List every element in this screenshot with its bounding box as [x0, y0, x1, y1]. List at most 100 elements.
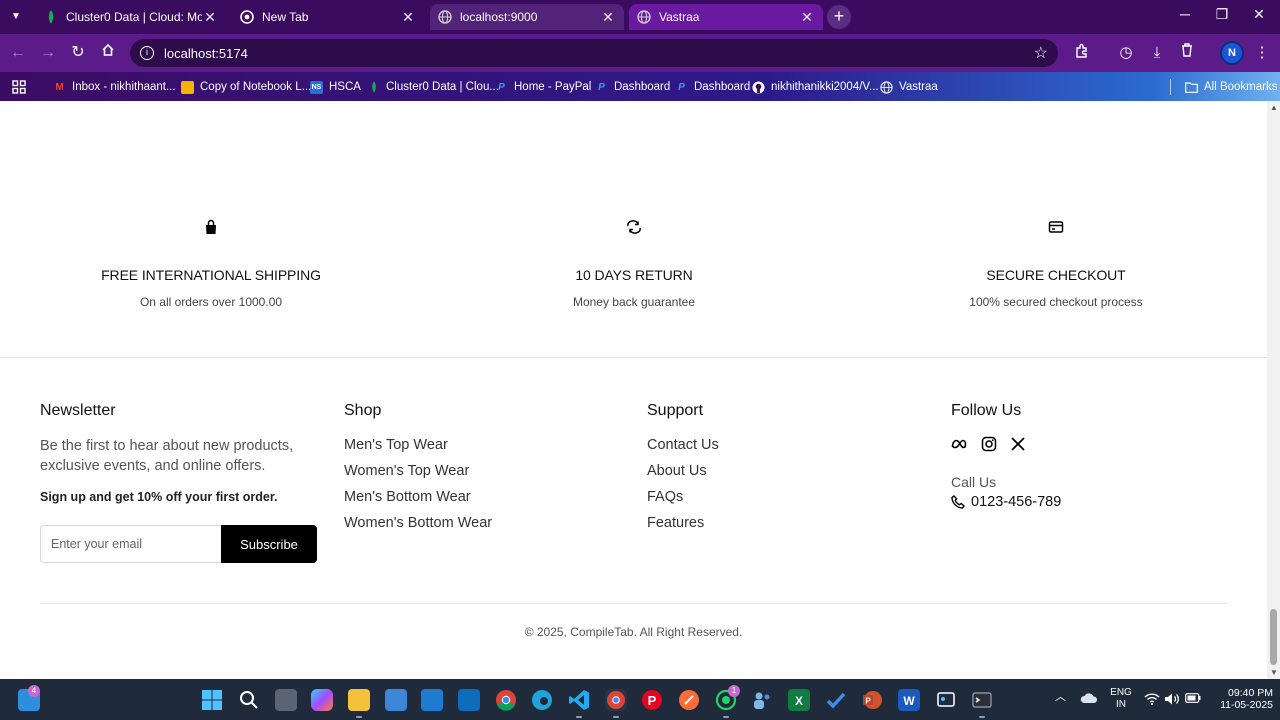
windows-start-icon[interactable] — [201, 689, 223, 711]
chrome-taskbar-icon[interactable] — [495, 689, 517, 711]
word-icon[interactable]: W — [898, 689, 920, 711]
excel-icon[interactable]: X — [788, 689, 810, 711]
bookmark-vastraa[interactable]: Vastraa — [880, 77, 938, 97]
todo-icon[interactable] — [825, 689, 847, 711]
file-explorer-icon[interactable] — [348, 689, 370, 718]
mysql-workbench-icon[interactable] — [421, 689, 443, 711]
outlook-icon[interactable] — [458, 689, 480, 711]
extensions-icon[interactable] — [1072, 43, 1092, 63]
email-input[interactable] — [40, 525, 222, 563]
all-bookmarks-button[interactable]: All Bookmarks — [1185, 77, 1278, 97]
return-arrows-icon — [627, 220, 641, 234]
onedrive-icon[interactable] — [1080, 692, 1098, 708]
close-tab-icon[interactable]: ✕ — [202, 9, 218, 26]
tab-new-tab[interactable]: New Tab ✕ — [232, 4, 424, 30]
volume-icon[interactable] — [1164, 692, 1180, 710]
support-link-about[interactable]: About Us — [647, 463, 719, 479]
support-link-contact[interactable]: Contact Us — [647, 437, 719, 453]
instagram-icon[interactable] — [981, 436, 997, 452]
tab-vastraa[interactable]: Vastraa ✕ — [629, 4, 823, 30]
chrome-profile-icon[interactable] — [605, 689, 627, 718]
bookmark-label: Vastraa — [899, 81, 938, 93]
globe-icon — [637, 10, 651, 24]
new-tab-button[interactable]: + — [827, 5, 851, 29]
apps-grid-icon[interactable] — [12, 77, 26, 97]
footer-shop: Shop Men's Top Wear Women's Top Wear Men… — [344, 402, 492, 531]
back-icon[interactable]: ← — [8, 43, 28, 63]
svg-text:X: X — [795, 694, 803, 708]
vscode-icon[interactable] — [568, 689, 590, 718]
powerpoint-icon[interactable]: P — [861, 689, 883, 711]
task-view-icon[interactable] — [275, 689, 297, 711]
bookmark-gmail[interactable]: M Inbox - nikhithaant... — [53, 77, 175, 97]
bookmark-github[interactable]: nikhithanikki2004/V... — [752, 77, 879, 97]
bookmark-dashboard-1[interactable]: P Dashboard — [595, 77, 670, 97]
edge-icon[interactable] — [531, 689, 553, 711]
search-icon[interactable] — [238, 689, 260, 711]
svg-text:P: P — [648, 693, 657, 708]
postman-icon[interactable] — [678, 689, 700, 711]
snipping-tool-icon[interactable] — [935, 689, 957, 711]
close-tab-icon[interactable]: ✕ — [400, 9, 416, 26]
tab-search-button[interactable]: ▼ — [6, 7, 26, 27]
more-menu-icon[interactable]: ⋮ — [1252, 43, 1272, 63]
shop-link-mens-bottom-wear[interactable]: Men's Bottom Wear — [344, 489, 492, 505]
meta-icon[interactable] — [951, 436, 967, 452]
scroll-down-arrow-icon[interactable]: ▼ — [1270, 668, 1278, 677]
forward-icon[interactable]: → — [38, 43, 58, 63]
history-icon[interactable]: ◷ — [1116, 43, 1136, 63]
close-window-icon[interactable]: ✕ — [1241, 6, 1277, 23]
tab-localhost-9000[interactable]: localhost:9000 ✕ — [430, 4, 624, 30]
newsletter-offer: Sign up and get 10% off your first order… — [40, 490, 278, 504]
scrollbar-thumb[interactable] — [1270, 609, 1277, 665]
paypal-icon: P — [598, 81, 605, 93]
restore-icon[interactable]: ❐ — [1204, 6, 1240, 23]
bookmark-hsca[interactable]: NS HSCA — [310, 77, 361, 97]
bookmark-notebook[interactable]: Copy of Notebook L... — [181, 77, 311, 97]
teams-icon[interactable] — [751, 689, 773, 711]
bookmark-star-icon[interactable]: ☆ — [1034, 43, 1048, 63]
footer-follow: Follow Us — [951, 402, 1021, 420]
terminal-icon[interactable] — [971, 689, 993, 718]
battery-icon[interactable] — [1185, 693, 1201, 707]
close-tab-icon[interactable]: ✕ — [600, 9, 616, 26]
page-scrollbar[interactable]: ▲ ▼ — [1267, 101, 1280, 679]
site-info-icon[interactable]: i — [140, 46, 154, 60]
slides-icon — [181, 80, 194, 94]
language-indicator[interactable]: ENG IN — [1108, 687, 1134, 711]
bookmark-paypal-home[interactable]: P Home - PayPal — [495, 77, 591, 97]
address-bar[interactable]: i localhost:5174 ☆ — [130, 39, 1058, 67]
clock[interactable]: 09:40 PM 11-05-2025 — [1207, 687, 1273, 711]
downloads-icon[interactable]: ⤓ — [1147, 43, 1167, 63]
call-us-label: Call Us — [951, 474, 997, 490]
support-link-faqs[interactable]: FAQs — [647, 489, 719, 505]
tab-mongodb[interactable]: Cluster0 Data | Cloud: MongoDB ✕ — [36, 4, 226, 30]
tab-title: New Tab — [262, 10, 309, 24]
feature-title: FREE INTERNATIONAL SHIPPING — [101, 267, 321, 283]
minimize-icon[interactable]: ─ — [1167, 6, 1203, 22]
close-tab-icon[interactable]: ✕ — [799, 9, 815, 26]
support-link-features[interactable]: Features — [647, 515, 719, 531]
bookmark-mongodb[interactable]: Cluster0 Data | Clou... — [367, 77, 499, 97]
profile-avatar[interactable]: N — [1220, 41, 1244, 65]
shop-link-womens-bottom-wear[interactable]: Women's Bottom Wear — [344, 515, 492, 531]
pinterest-icon[interactable]: P — [641, 689, 663, 711]
gmail-icon: M — [55, 81, 64, 93]
x-icon[interactable] — [1010, 436, 1026, 452]
microsoft-store-icon[interactable] — [385, 689, 407, 711]
scroll-up-arrow-icon[interactable]: ▲ — [1270, 103, 1278, 112]
footer-newsletter: Newsletter — [40, 402, 116, 420]
mongodb-leaf-icon — [367, 81, 380, 94]
wifi-icon[interactable] — [1144, 693, 1160, 709]
bookmark-dashboard-2[interactable]: P Dashboard — [675, 77, 750, 97]
trash-icon[interactable] — [1177, 43, 1197, 63]
shop-link-womens-top-wear[interactable]: Women's Top Wear — [344, 463, 492, 479]
show-hidden-icons[interactable]: ︿ — [1055, 691, 1066, 703]
copilot-icon[interactable] — [311, 689, 333, 711]
ns-icon: NS — [310, 80, 323, 94]
subscribe-button[interactable]: Subscribe — [221, 525, 317, 563]
home-icon[interactable] — [98, 43, 118, 63]
globe-icon — [880, 80, 893, 94]
shop-link-mens-top-wear[interactable]: Men's Top Wear — [344, 437, 492, 453]
reload-icon[interactable]: ↻ — [68, 43, 88, 63]
